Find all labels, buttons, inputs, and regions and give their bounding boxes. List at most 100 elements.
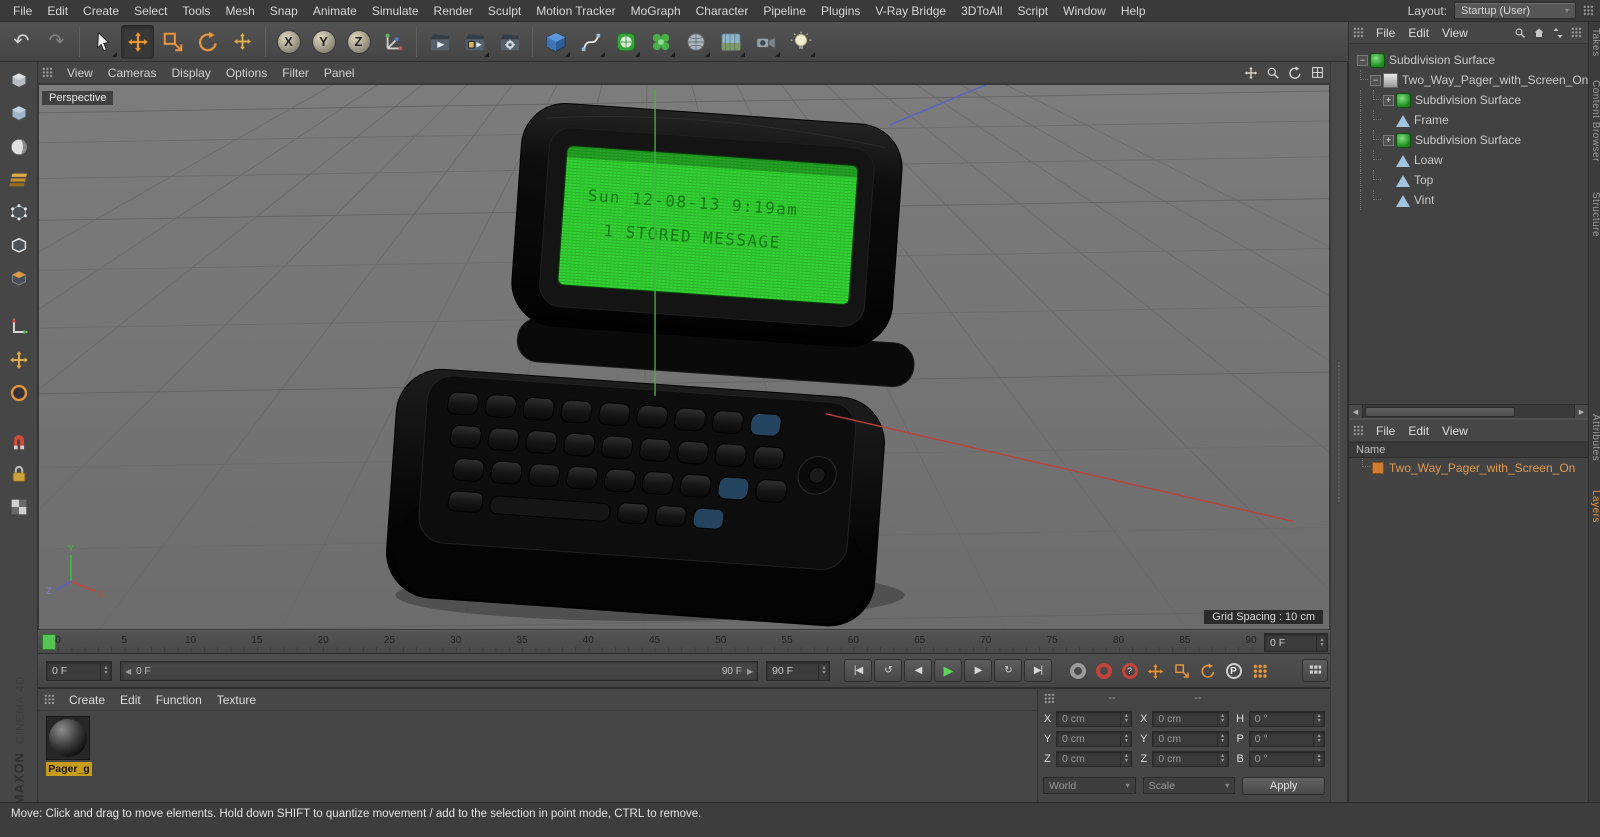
open-timeline-button[interactable] xyxy=(1302,659,1328,682)
size-x-field[interactable]: 0 cm ▴ ▾ xyxy=(1152,711,1229,727)
quantize-button[interactable] xyxy=(4,492,34,522)
redo-button[interactable]: ↷ xyxy=(40,25,73,59)
menu-tools[interactable]: Tools xyxy=(175,3,217,19)
goto-end-button[interactable]: ▶| xyxy=(1024,659,1052,682)
tree-row-top[interactable]: Top xyxy=(1349,170,1588,190)
rotation-b-field[interactable]: 0 ° ▴ ▾ xyxy=(1248,751,1325,767)
material-thumbnail[interactable] xyxy=(46,716,90,760)
goto-start-button[interactable]: |◀ xyxy=(844,659,872,682)
add-generator-button[interactable] xyxy=(609,25,642,59)
grip-icon[interactable] xyxy=(1569,25,1584,40)
menu-motion-tracker[interactable]: Motion Tracker xyxy=(529,3,622,19)
current-frame-marker[interactable] xyxy=(42,634,56,650)
axis-mode-button[interactable] xyxy=(4,312,34,342)
timeline-range-slider[interactable]: ◀ 0 F 90 F ▶ xyxy=(120,661,758,681)
menu-character[interactable]: Character xyxy=(689,3,756,19)
tree-expander[interactable]: − xyxy=(1370,74,1381,86)
coordinate-system-dropdown[interactable]: World ▾ xyxy=(1043,777,1136,794)
layer-item[interactable]: Two_Way_Pager_with_Screen_On xyxy=(1349,458,1588,477)
perspective-label[interactable]: Perspective xyxy=(42,91,114,105)
tree-expander[interactable]: − xyxy=(1357,54,1368,66)
viewport-menu-panel[interactable]: Panel xyxy=(317,65,362,81)
render-view-button[interactable] xyxy=(423,25,456,59)
record-active-objects-button[interactable] xyxy=(1068,662,1087,681)
previous-frame-button[interactable]: ◀ xyxy=(904,659,932,682)
tree-row-subdivision-surface[interactable]: + Subdivision Surface xyxy=(1349,90,1588,110)
viewport-menu-options[interactable]: Options xyxy=(219,65,274,81)
next-key-button[interactable]: ↻ xyxy=(994,659,1022,682)
model-mode-button[interactable] xyxy=(4,99,34,129)
menu-pipeline[interactable]: Pipeline xyxy=(756,3,813,19)
apply-button[interactable]: Apply xyxy=(1242,777,1326,795)
stepper-icon[interactable]: ▴ ▾ xyxy=(100,662,111,680)
layer-manager-menu-edit[interactable]: Edit xyxy=(1402,423,1435,439)
record-pla-button[interactable] xyxy=(1250,662,1269,681)
stepper-icon[interactable]: ▴ ▾ xyxy=(1120,752,1131,766)
side-tab-content-browser[interactable]: Content Browser xyxy=(1589,80,1600,162)
last-tool-button[interactable] xyxy=(226,25,259,59)
stepper-icon[interactable]: ▴ ▾ xyxy=(1313,712,1324,726)
menu-edit[interactable]: Edit xyxy=(40,3,75,19)
menu-plugins[interactable]: Plugins xyxy=(814,3,867,19)
menu-help[interactable]: Help xyxy=(1114,3,1153,19)
lock-x-axis-button[interactable]: X xyxy=(272,25,305,59)
size-mode-dropdown[interactable]: Scale ▾ xyxy=(1142,777,1236,794)
next-frame-button[interactable]: ▶ xyxy=(964,659,992,682)
add-primitive-button[interactable] xyxy=(539,25,572,59)
lock-y-axis-button[interactable]: Y xyxy=(307,25,340,59)
record-position-button[interactable] xyxy=(1146,662,1165,681)
viewport-solo-button[interactable] xyxy=(4,378,34,408)
material-menu-texture[interactable]: Texture xyxy=(210,692,263,708)
position-x-field[interactable]: 0 cm ▴ ▾ xyxy=(1056,711,1133,727)
tree-row-subdivision-surface[interactable]: − Subdivision Surface xyxy=(1349,50,1588,70)
menu-mograph[interactable]: MoGraph xyxy=(624,3,688,19)
menu-create[interactable]: Create xyxy=(76,3,126,19)
tree-row-subdivision-surface[interactable]: + Subdivision Surface xyxy=(1349,130,1588,150)
add-deformer-button[interactable] xyxy=(679,25,712,59)
timeline-ruler[interactable]: 0 5 10 15 20 25 30 35 40 45 50 55 60 65 70 75 80 85 90 0 F… xyxy=(38,630,1330,654)
stepper-icon[interactable]: ▴ ▾ xyxy=(1216,732,1228,746)
updown-icon[interactable] xyxy=(1550,25,1565,40)
object-manager-menu-file[interactable]: File xyxy=(1370,25,1401,41)
layout-select[interactable]: Startup (User) ▾ xyxy=(1454,2,1576,19)
previous-key-button[interactable]: ↺ xyxy=(874,659,902,682)
lock-z-axis-button[interactable]: Z xyxy=(342,25,375,59)
edges-mode-button[interactable] xyxy=(4,231,34,261)
zoom-view-icon[interactable] xyxy=(1264,65,1282,81)
rotation-h-field[interactable]: 0 ° ▴ ▾ xyxy=(1248,711,1325,727)
menu-window[interactable]: Window xyxy=(1056,3,1113,19)
position-y-field[interactable]: 0 cm ▴ ▾ xyxy=(1056,731,1133,747)
record-parameter-button[interactable]: P xyxy=(1224,662,1243,681)
material-item[interactable]: Pager_g xyxy=(46,716,92,776)
play-forward-button[interactable]: ▶ xyxy=(934,659,962,682)
menu-sculpt[interactable]: Sculpt xyxy=(481,3,528,19)
object-manager-menu-view[interactable]: View xyxy=(1436,25,1474,41)
add-light-button[interactable] xyxy=(784,25,817,59)
stepper-icon[interactable]: ▴ ▾ xyxy=(1316,634,1327,651)
search-icon[interactable] xyxy=(1512,25,1527,40)
autokeying-button[interactable] xyxy=(1094,662,1113,681)
scroll-right-icon[interactable]: ▶ xyxy=(1574,405,1588,418)
object-manager-scrollbar[interactable]: ◀ ▶ xyxy=(1349,404,1588,418)
record-scale-button[interactable] xyxy=(1172,662,1191,681)
rotation-p-field[interactable]: 0 ° ▴ ▾ xyxy=(1248,731,1325,747)
stepper-icon[interactable]: ▴ ▾ xyxy=(1216,712,1228,726)
move-button[interactable] xyxy=(121,24,154,59)
object-manager-menu-edit[interactable]: Edit xyxy=(1402,25,1435,41)
ruler-frame-field[interactable]: 0 F ▴ ▾ xyxy=(1264,633,1328,652)
size-z-field[interactable]: 0 cm ▴ ▾ xyxy=(1152,751,1229,767)
side-tab-takes[interactable]: Takes xyxy=(1589,28,1600,57)
tree-row-vint[interactable]: Vint xyxy=(1349,190,1588,210)
layer-swatch-icon[interactable] xyxy=(1372,461,1384,474)
material-menu-create[interactable]: Create xyxy=(62,692,112,708)
end-frame-field[interactable]: 90 F ▴ ▾ xyxy=(766,661,830,681)
add-camera-button[interactable] xyxy=(749,25,782,59)
menu-script[interactable]: Script xyxy=(1010,3,1055,19)
tree-expander[interactable]: + xyxy=(1383,134,1394,146)
home-icon[interactable] xyxy=(1531,25,1546,40)
scale-button[interactable] xyxy=(156,25,189,59)
menu-3dtoall[interactable]: 3DToAll xyxy=(954,3,1009,19)
material-menu-edit[interactable]: Edit xyxy=(113,692,148,708)
snap-settings-button[interactable] xyxy=(4,426,34,456)
workplane-mode-button[interactable] xyxy=(4,165,34,195)
